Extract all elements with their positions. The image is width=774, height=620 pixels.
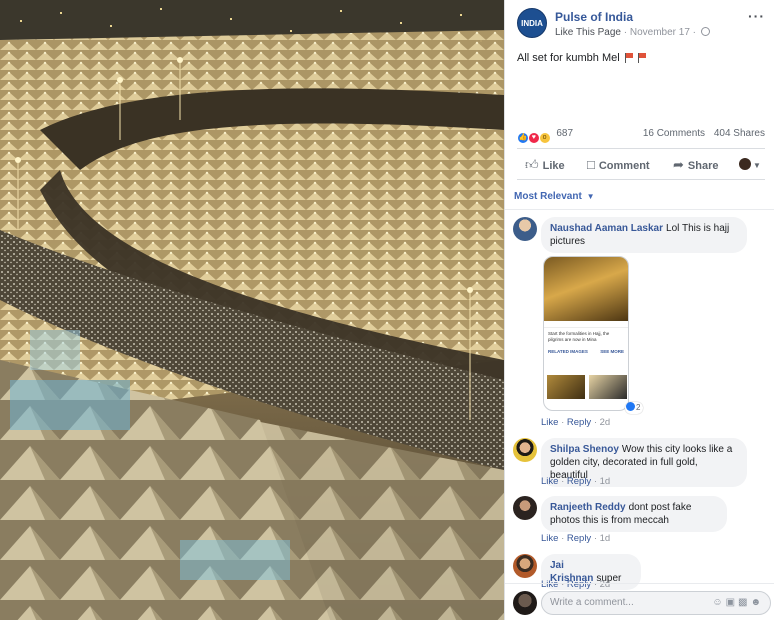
post-message-text: All set for kumbh Mel xyxy=(517,52,620,64)
attachment-toolbar xyxy=(544,321,628,328)
comment-like-link[interactable]: Like xyxy=(541,476,558,487)
sticker-icon[interactable]: ☻ xyxy=(750,597,764,608)
comment-reply-link[interactable]: Reply xyxy=(567,533,591,544)
comment-input[interactable]: Write a comment... ☺▣▩☻ xyxy=(541,591,771,615)
more-options-icon[interactable]: ··· xyxy=(748,8,765,24)
post-message: All set for kumbh Mel xyxy=(517,52,646,64)
love-reaction-icon[interactable]: ♥ xyxy=(527,132,540,144)
comment-like-link[interactable]: Like xyxy=(541,533,558,544)
chevron-down-icon: ▼ xyxy=(753,161,761,170)
share-count[interactable]: 404 Shares xyxy=(714,128,765,139)
chevron-down-icon: ▼ xyxy=(586,192,595,201)
composer-tools: ☺▣▩☻ xyxy=(712,592,764,614)
composer-divider xyxy=(505,583,774,584)
gif-icon[interactable]: ▩ xyxy=(738,597,750,608)
comment-time[interactable]: 1d xyxy=(600,476,611,487)
attachment-related-thumbs xyxy=(547,375,627,399)
comment-reply-link[interactable]: Reply xyxy=(567,476,591,487)
comment-author[interactable]: Naushad Aaman Laskar xyxy=(550,223,663,234)
commenter-avatar[interactable] xyxy=(513,554,537,578)
comment-bubble: Naushad Aaman Laskar Lol This is hajj pic… xyxy=(541,217,747,253)
comment-time[interactable]: 2d xyxy=(600,417,611,428)
share-button[interactable]: ➦ Share xyxy=(673,149,718,181)
comment-reply-link[interactable]: Reply xyxy=(567,417,591,428)
comment-author[interactable]: Ranjeeth Reddy xyxy=(550,502,626,513)
comment-actions: Like · Reply · 2d xyxy=(541,579,611,590)
user-avatar xyxy=(739,158,751,170)
comment-actions: Like · Reply · 2d xyxy=(541,417,611,428)
commenter-avatar[interactable] xyxy=(513,496,537,520)
speech-bubble-icon: □ xyxy=(587,157,595,172)
wow-reaction-icon[interactable]: o xyxy=(538,132,551,144)
comment-actions: Like · Reply · 1d xyxy=(541,533,611,544)
react-as-selector[interactable]: ▼ xyxy=(739,149,761,181)
divider xyxy=(505,209,774,210)
comment-actions: Like · Reply · 1d xyxy=(541,476,611,487)
comment-like-link[interactable]: Like xyxy=(541,417,558,428)
like-button[interactable]: 👍︎ Like xyxy=(525,149,565,181)
tent-city-image xyxy=(0,0,504,620)
post-side-panel: INDIA Pulse of India Like This Page · No… xyxy=(504,0,774,620)
page-avatar[interactable]: INDIA xyxy=(517,8,547,38)
comment-sort-dropdown[interactable]: Most Relevant ▼ xyxy=(514,191,595,202)
comment-time[interactable]: 1d xyxy=(600,533,611,544)
comment-count[interactable]: 16 Comments xyxy=(643,128,705,139)
commenter-avatar[interactable] xyxy=(513,217,537,241)
commenter-avatar[interactable] xyxy=(513,438,537,462)
current-user-avatar xyxy=(513,591,537,615)
globe-icon xyxy=(700,27,710,36)
flag-emoji-icon xyxy=(624,53,633,63)
flag-emoji-icon xyxy=(637,53,646,63)
post-meta: Like This Page · November 17 · xyxy=(555,27,710,38)
comment-author[interactable]: Shilpa Shenoy xyxy=(550,444,619,455)
comment-reply-link[interactable]: Reply xyxy=(567,579,591,590)
comment-button[interactable]: □ Comment xyxy=(587,149,650,181)
post-photo[interactable] xyxy=(0,0,504,620)
comment-like-link[interactable]: Like xyxy=(541,579,558,590)
like-reaction-icon xyxy=(626,402,635,411)
post-date[interactable]: November 17 xyxy=(630,27,690,38)
comment-time[interactable]: 2d xyxy=(600,579,611,590)
page-name-link[interactable]: Pulse of India xyxy=(555,10,633,24)
comment-bubble: Ranjeeth Reddy dont post fake photos this… xyxy=(541,496,727,532)
post-header: INDIA Pulse of India Like This Page · No… xyxy=(517,8,767,42)
reaction-count[interactable]: 687 xyxy=(556,128,573,139)
related-thumb xyxy=(547,375,585,399)
thumbs-up-icon: 👍︎ xyxy=(525,157,539,172)
share-arrow-icon: ➦ xyxy=(673,157,684,172)
comment-reaction-count[interactable]: 2 xyxy=(625,402,644,414)
emoji-icon[interactable]: ☺ xyxy=(712,597,725,608)
facebook-photo-viewer: INDIA Pulse of India Like This Page · No… xyxy=(0,0,774,620)
attachment-caption: Start the formalities in Hajj, the pilgr… xyxy=(548,331,624,354)
comment-composer: Write a comment... ☺▣▩☻ xyxy=(513,590,771,616)
related-thumb xyxy=(589,375,627,399)
post-action-bar: 👍︎ Like □ Comment ➦ Share ▼ xyxy=(517,148,765,180)
camera-icon[interactable]: ▣ xyxy=(726,597,738,608)
like-page-link[interactable]: Like This Page xyxy=(555,27,621,38)
attachment-photo xyxy=(544,257,628,321)
reaction-stats: 👍 ♥ o 687 16 Comments 404 Shares xyxy=(517,128,765,144)
comment-attachment-image[interactable]: Start the formalities in Hajj, the pilgr… xyxy=(543,256,629,411)
